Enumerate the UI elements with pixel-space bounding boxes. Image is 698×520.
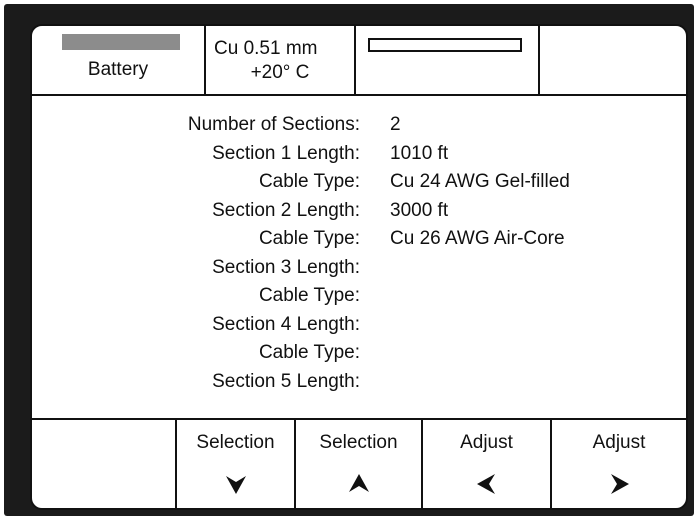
arrow-down-icon bbox=[225, 476, 246, 494]
param-label: Cable Type: bbox=[258, 342, 360, 363]
param-label: Cable Type: bbox=[258, 171, 360, 192]
param-label: Section 3 Length: bbox=[212, 256, 360, 278]
list-item[interactable]: Cable Type: Cu 26 AWG Air-Core bbox=[32, 228, 686, 257]
arrow-up-icon bbox=[348, 474, 369, 492]
softkey-label: Adjust bbox=[592, 432, 646, 453]
status-header: Battery Cu 0.51 mm +20° C bbox=[32, 26, 686, 96]
cable-gauge-text: Cu 0.51 mm bbox=[214, 38, 318, 59]
param-label: Cable Type: bbox=[258, 228, 360, 249]
temperature-text: +20° C bbox=[250, 62, 310, 83]
softkey-blank[interactable] bbox=[32, 420, 175, 508]
softkey-label: Selection bbox=[319, 432, 398, 453]
header-empty-cell bbox=[540, 26, 686, 94]
display-screen: Battery Cu 0.51 mm +20° C Number of Sect… bbox=[30, 24, 688, 510]
adjust-right-button[interactable]: Adjust bbox=[552, 420, 686, 508]
list-item[interactable]: Section 4 Length: bbox=[32, 314, 686, 343]
list-item[interactable]: Cable Type: Cu 24 AWG Gel-filled bbox=[32, 171, 686, 200]
selection-up-button[interactable]: Selection bbox=[296, 420, 421, 508]
param-label: Cable Type: bbox=[258, 285, 360, 306]
adjust-left-button[interactable]: Adjust bbox=[423, 420, 550, 508]
arrow-right-icon bbox=[611, 474, 629, 494]
param-label: Section 4 Length: bbox=[212, 313, 360, 335]
battery-label: Battery bbox=[87, 59, 149, 80]
list-item[interactable]: Cable Type: bbox=[32, 285, 686, 314]
list-item[interactable]: Section 1 Length: 1010 ft bbox=[32, 143, 686, 172]
param-label: Section 2 Length: bbox=[212, 199, 360, 221]
list-item[interactable]: Section 5 Length: bbox=[32, 371, 686, 400]
param-value: 2 bbox=[390, 114, 401, 135]
battery-level-bar bbox=[62, 34, 180, 50]
param-label: Section 1 Length: bbox=[212, 142, 360, 164]
param-value: Cu 24 AWG Gel-filled bbox=[390, 171, 570, 192]
battery-indicator: Battery bbox=[32, 26, 204, 94]
param-label: Number of Sections: bbox=[187, 114, 360, 135]
softkey-bar: Selection Selection Adjust Adjust bbox=[32, 418, 686, 508]
list-item[interactable]: Section 3 Length: bbox=[32, 257, 686, 286]
arrow-left-icon bbox=[476, 474, 495, 494]
progress-indicator bbox=[356, 26, 538, 94]
list-item[interactable]: Section 2 Length: 3000 ft bbox=[32, 200, 686, 229]
list-item[interactable]: Number of Sections: 2 bbox=[32, 114, 686, 143]
softkey-label: Adjust bbox=[460, 432, 513, 453]
list-item[interactable]: Cable Type: bbox=[32, 342, 686, 371]
param-value: 1010 ft bbox=[390, 142, 449, 164]
cable-sections-list: Number of Sections: 2 Section 1 Length: … bbox=[32, 114, 686, 399]
softkey-label: Selection bbox=[196, 432, 275, 453]
progress-bar bbox=[368, 38, 522, 52]
selection-down-button[interactable]: Selection bbox=[177, 420, 294, 508]
cable-info: Cu 0.51 mm +20° C bbox=[206, 26, 354, 94]
param-value: 3000 ft bbox=[390, 199, 449, 221]
param-value: Cu 26 AWG Air-Core bbox=[390, 228, 565, 249]
param-label: Section 5 Length: bbox=[212, 370, 360, 392]
